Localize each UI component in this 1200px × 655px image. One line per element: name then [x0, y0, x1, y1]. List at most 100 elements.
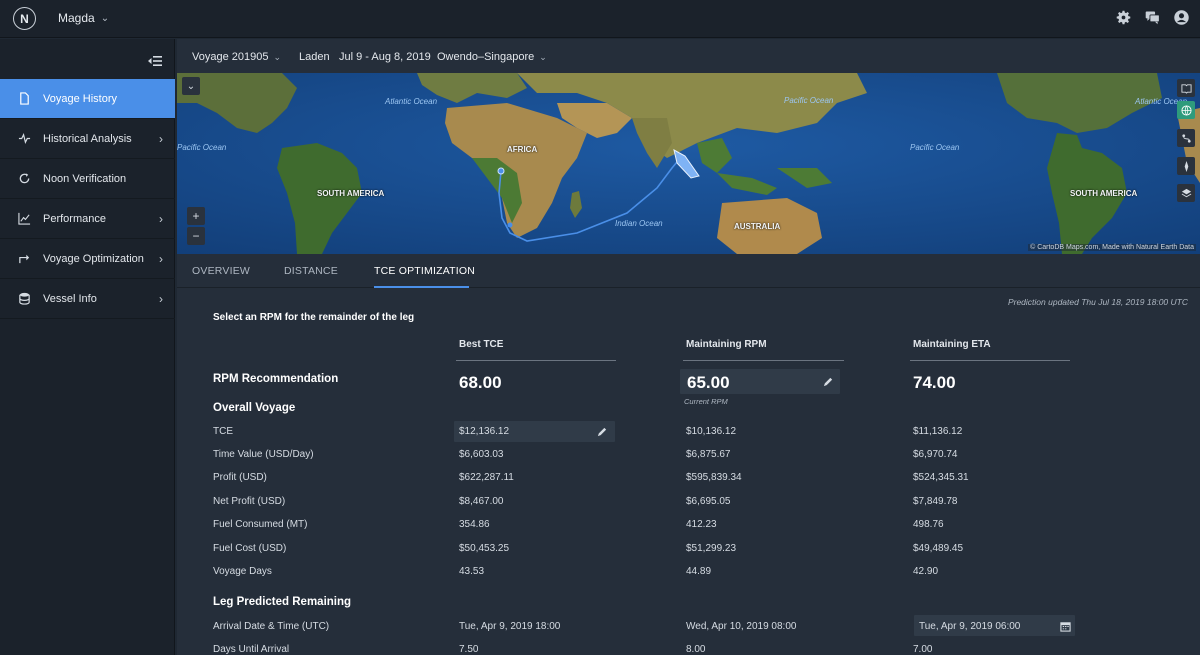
chart-icon	[17, 212, 31, 226]
voyage-dates: Jul 9 - Aug 8, 2019	[339, 51, 431, 63]
voyage-select[interactable]: Voyage 201905 ⌄	[192, 51, 281, 63]
calendar-icon[interactable]	[1060, 621, 1071, 632]
chevron-down-icon: ⌄	[273, 51, 282, 62]
column-divider	[683, 360, 844, 361]
rpm-best-tce[interactable]: 68.00	[459, 373, 502, 393]
sidebar-item-historical-analysis[interactable]: Historical Analysis ›	[0, 119, 175, 159]
edit-pencil-icon[interactable]	[597, 426, 608, 437]
prediction-updated: Prediction updated Thu Jul 18, 2019 18:0…	[1007, 297, 1188, 307]
rpm-maintaining-eta[interactable]: 74.00	[913, 373, 956, 393]
zoom-out-button[interactable]: −	[187, 227, 205, 245]
row-label: Profit (USD)	[213, 472, 267, 483]
row-value: Tue, Apr 9, 2019 06:00	[919, 621, 1021, 632]
row-value: 43.53	[459, 566, 485, 577]
row-value: $595,839.34	[686, 472, 742, 483]
row-value: Tue, Apr 9, 2019 18:00	[459, 621, 561, 632]
row-label: Net Profit (USD)	[213, 496, 286, 507]
instruction-text: Select an RPM for the remainder of the l…	[213, 312, 415, 323]
chevron-right-icon: ›	[159, 132, 163, 146]
sidebar-item-voyage-history[interactable]: Voyage History	[0, 79, 175, 119]
tab-distance[interactable]: DISTANCE	[284, 265, 338, 277]
leg-predicted-heading: Leg Predicted Remaining	[213, 596, 352, 608]
chevron-down-icon: ⌄	[100, 12, 110, 24]
tab-bar: OVERVIEW DISTANCE TCE OPTIMIZATION	[177, 254, 1200, 288]
column-divider	[910, 360, 1070, 361]
tab-overview[interactable]: OVERVIEW	[192, 265, 250, 277]
row-value: $50,453.25	[459, 543, 510, 554]
row-value: $51,299.23	[686, 543, 737, 554]
sidebar-item-label: Voyage History	[43, 92, 117, 105]
document-icon	[17, 92, 31, 106]
row-label: Time Value (USD/Day)	[213, 449, 314, 460]
route-select[interactable]: Owendo–Singapore ⌄	[437, 51, 547, 63]
user-name: Magda	[58, 11, 95, 25]
user-menu[interactable]: Magda ⌄	[58, 11, 109, 25]
row-value: $524,345.31	[913, 472, 969, 483]
route-icon	[17, 252, 31, 266]
chevron-down-icon: ⌄	[539, 51, 547, 62]
row-value: $11,136.12	[913, 426, 963, 437]
user-icon[interactable]	[1173, 9, 1190, 26]
row-value: $7,849.78	[913, 496, 958, 507]
map-book-icon[interactable]	[1177, 79, 1195, 97]
tab-tce-optimization[interactable]: TCE OPTIMIZATION	[374, 265, 475, 277]
chevron-right-icon: ›	[159, 212, 163, 226]
row-value: $6,695.05	[686, 496, 731, 507]
column-divider	[456, 360, 616, 361]
refresh-icon	[17, 172, 31, 186]
collapse-sidebar-icon[interactable]	[148, 55, 162, 67]
layers-icon[interactable]	[1177, 184, 1195, 202]
map-expand-toggle[interactable]: ⌄	[182, 77, 200, 95]
sidebar-item-label: Historical Analysis	[43, 132, 132, 145]
sidebar-item-voyage-optimization[interactable]: Voyage Optimization ›	[0, 239, 175, 279]
current-rpm-label: Current RPM	[684, 397, 728, 406]
map-label: SOUTH AMERICA	[1070, 189, 1138, 198]
map-label: Atlantic Ocean	[385, 97, 438, 106]
voyage-bar: Voyage 201905 ⌄ Laden Jul 9 - Aug 8, 201…	[177, 39, 1200, 73]
row-value: $6,875.67	[686, 449, 731, 460]
sidebar-item-performance[interactable]: Performance ›	[0, 199, 175, 239]
map-label: AFRICA	[507, 145, 538, 154]
chevron-down-icon: ⌄	[186, 80, 196, 92]
rpm-recommendation-label: RPM Recommendation	[213, 373, 339, 385]
overall-voyage-heading: Overall Voyage	[213, 402, 296, 414]
route-tool-icon[interactable]	[1177, 129, 1195, 147]
database-icon	[17, 292, 31, 306]
voyage-map[interactable]: Atlantic Ocean Pacific Ocean Pacific Oce…	[177, 73, 1200, 254]
row-value: $12,136.12	[459, 426, 510, 437]
row-value: $622,287.11	[459, 472, 514, 483]
voyage-name: Voyage 201905	[192, 51, 269, 63]
gear-icon[interactable]	[1115, 9, 1132, 26]
world-map	[177, 73, 1200, 254]
compass-icon[interactable]	[1177, 157, 1195, 175]
row-value: Wed, Apr 10, 2019 08:00	[686, 621, 797, 632]
row-value: 412.23	[686, 519, 717, 530]
sidebar-item-vessel-info[interactable]: Vessel Info ›	[0, 279, 175, 319]
column-header-maintaining-eta: Maintaining ETA	[913, 339, 991, 350]
globe-icon[interactable]	[1177, 101, 1195, 119]
sidebar-item-noon-verification[interactable]: Noon Verification	[0, 159, 175, 199]
map-label: Indian Ocean	[615, 219, 663, 228]
top-bar: N Magda ⌄	[0, 0, 1200, 38]
rpm-maintaining-rpm: 65.00	[687, 373, 730, 392]
row-label: Voyage Days	[213, 566, 272, 577]
edit-pencil-icon[interactable]	[823, 376, 834, 387]
row-value: 498.76	[913, 519, 944, 530]
app-logo[interactable]: N	[13, 7, 36, 30]
row-value: $6,603.03	[459, 449, 504, 460]
sidebar-item-label: Performance	[43, 212, 106, 225]
map-label: Pacific Ocean	[177, 143, 227, 152]
map-label: SOUTH AMERICA	[317, 189, 385, 198]
row-value: $10,136.12	[686, 426, 737, 437]
zoom-in-button[interactable]: +	[187, 207, 205, 225]
row-label: Days Until Arrival	[213, 644, 290, 655]
map-label: Pacific Ocean	[784, 96, 834, 105]
chat-icon[interactable]	[1144, 9, 1161, 26]
map-label: AUSTRALIA	[734, 222, 781, 231]
chevron-right-icon: ›	[159, 292, 163, 306]
row-label: Fuel Cost (USD)	[213, 543, 287, 554]
sidebar-item-label: Noon Verification	[43, 172, 127, 185]
row-label: Fuel Consumed (MT)	[213, 519, 308, 530]
row-value: 7.50	[459, 644, 479, 655]
column-header-maintaining-rpm: Maintaining RPM	[686, 339, 767, 350]
